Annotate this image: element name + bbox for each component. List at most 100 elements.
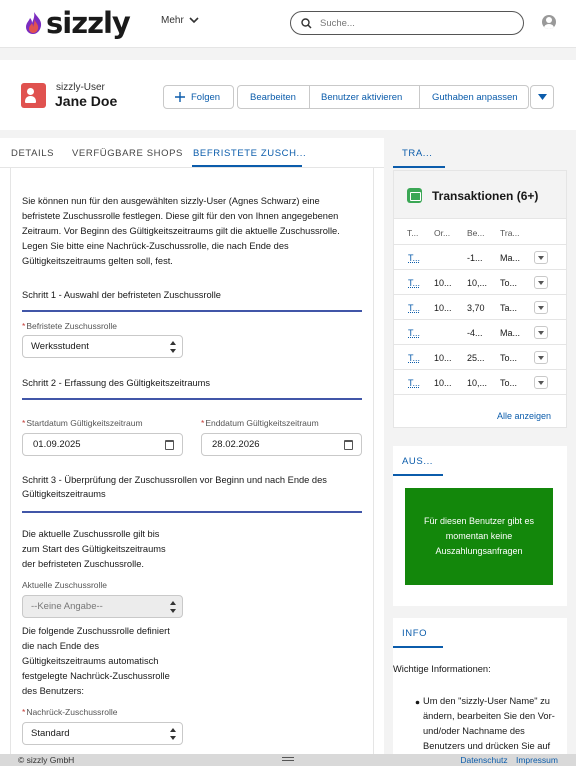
table-row: T... 10... 10,... To... xyxy=(394,270,566,295)
table-cell: Ma... xyxy=(500,328,521,338)
current-role-select: --Keine Angabe-- xyxy=(22,595,183,618)
sizzly-logo[interactable]: sizzly xyxy=(24,5,131,41)
table-row: T... -4... Ma... xyxy=(394,320,566,345)
transaction-link[interactable]: T... xyxy=(408,328,420,338)
step2-divider xyxy=(22,398,362,400)
edit-button[interactable]: Bearbeiten xyxy=(237,85,310,109)
step3-heading: Schritt 3 - Überprüfung der Zuschussroll… xyxy=(22,473,367,501)
tab-bar: DETAILS VERFÜGBARE SHOPS BEFRISTETE ZUSC… xyxy=(0,138,384,168)
payouts-tab-indicator xyxy=(393,474,443,476)
start-date-label-text: Startdatum Gültigkeitszeitraum xyxy=(26,418,143,428)
row-actions-button[interactable] xyxy=(534,351,548,364)
privacy-link[interactable]: Datenschutz xyxy=(460,755,507,765)
end-date-input[interactable]: 28.02.2026 xyxy=(201,433,362,456)
adjust-credit-button[interactable]: Guthaben anpassen xyxy=(420,85,529,109)
row-actions-button[interactable] xyxy=(534,326,548,339)
tab-transactions[interactable]: TRA... xyxy=(402,148,433,159)
table-cell: -1... xyxy=(467,253,483,263)
flame-logo-icon xyxy=(26,12,42,34)
follow-button[interactable]: Folgen xyxy=(163,85,234,109)
table-cell: To... xyxy=(500,353,518,363)
show-all-link[interactable]: Alle anzeigen xyxy=(497,411,551,421)
step2-heading: Schritt 2 - Erfassung des Gültigkeitszei… xyxy=(22,378,211,388)
info-bullet-text: Um den "sizzly-User Name" zu ändern, bea… xyxy=(423,694,567,754)
table-row: T... 10... 10,... To... xyxy=(394,370,566,395)
table-cell: 10... xyxy=(434,278,452,288)
follow-label: Folgen xyxy=(191,91,221,103)
footer-links: Datenschutz Impressum xyxy=(454,754,558,766)
more-menu[interactable]: Mehr xyxy=(161,15,199,26)
step1-divider xyxy=(22,310,362,312)
table-cell: To... xyxy=(500,378,518,388)
resize-handle-icon[interactable] xyxy=(282,757,294,761)
table-cell: 10,... xyxy=(467,278,488,288)
main-panel: DETAILS VERFÜGBARE SHOPS BEFRISTETE ZUSC… xyxy=(0,138,384,758)
temp-role-label-text: Befristete Zuschussrolle xyxy=(26,321,118,331)
search-input[interactable]: Suche... xyxy=(290,11,524,35)
successor-role-select[interactable]: Standard xyxy=(22,722,183,745)
transaction-link[interactable]: T... xyxy=(408,278,420,288)
info-section: INFO Wichtige Informationen: Um den "siz… xyxy=(393,618,567,758)
record-name: Jane Doe xyxy=(55,93,118,109)
tab-details[interactable]: DETAILS xyxy=(11,148,54,159)
transaction-link[interactable]: T... xyxy=(408,303,420,313)
temp-role-select[interactable]: Werksstudent xyxy=(22,335,183,358)
start-date-label: *Startdatum Gültigkeitszeitraum xyxy=(22,418,143,428)
following-role-line: die nach Ende des xyxy=(22,641,100,651)
following-role-text: Die folgende Zuschussrolle definiert die… xyxy=(22,624,197,699)
start-date-input[interactable]: 01.09.2025 xyxy=(22,433,183,456)
required-mark: * xyxy=(22,707,26,717)
more-actions-group xyxy=(530,85,554,109)
table-cell: To... xyxy=(500,278,518,288)
more-menu-label: Mehr xyxy=(161,15,184,26)
row-actions-button[interactable] xyxy=(534,376,548,389)
search-placeholder: Suche... xyxy=(320,17,355,29)
following-role-line: festgelegte Nachrück-Zuschussrolle xyxy=(22,671,170,681)
caret-down-icon xyxy=(537,94,547,100)
imprint-link[interactable]: Impressum xyxy=(516,755,558,765)
end-date-label: *Enddatum Gültigkeitszeitraum xyxy=(201,418,319,428)
info-line: und/oder Nachname des xyxy=(423,726,525,736)
current-role-line: zum Start des Gültigkeitszeitraums xyxy=(22,544,166,554)
current-role-line: der befristeten Zuschussrolle. xyxy=(22,559,144,569)
column-header[interactable]: Or... xyxy=(434,228,450,238)
table-row: T... 10... 25... To... xyxy=(394,345,566,370)
info-line: Benutzers und drücken Sie auf xyxy=(423,741,551,751)
column-header[interactable]: Tra... xyxy=(500,228,520,238)
step3-line: Gültigkeitszeitraums xyxy=(22,489,106,499)
table-cell: Ma... xyxy=(500,253,521,263)
row-actions-button[interactable] xyxy=(534,276,548,289)
row-actions-button[interactable] xyxy=(534,251,548,264)
tab-info[interactable]: INFO xyxy=(402,628,427,639)
following-role-line: Gültigkeitszeitraums automatisch xyxy=(22,656,159,666)
transactions-title[interactable]: Transaktionen (6+) xyxy=(432,189,538,203)
tab-payouts[interactable]: AUS... xyxy=(402,456,433,467)
successor-role-value: Standard xyxy=(31,728,70,739)
payouts-empty-message: Für diesen Benutzer gibt es momentan kei… xyxy=(405,488,553,585)
info-line: ändern, bearbeiten Sie den Vor- xyxy=(423,711,555,721)
transactions-section: TRA... Transaktionen (6+) T... Or... Be.… xyxy=(393,138,567,428)
activate-user-button[interactable]: Benutzer aktivieren xyxy=(310,85,420,109)
column-header[interactable]: T... xyxy=(407,228,418,238)
transaction-link[interactable]: T... xyxy=(408,353,420,363)
info-line: Um den "sizzly-User Name" zu xyxy=(423,696,550,706)
more-actions-button[interactable] xyxy=(530,85,554,109)
tab-temporary-subsidy[interactable]: BEFRISTETE ZUSCH... xyxy=(193,148,306,159)
table-cell: 10... xyxy=(434,303,452,313)
tab-available-shops[interactable]: VERFÜGBARE SHOPS xyxy=(72,148,183,159)
start-date-value: 01.09.2025 xyxy=(33,439,81,450)
column-header[interactable]: Be... xyxy=(467,228,484,238)
info-heading: Wichtige Informationen: xyxy=(393,664,491,674)
step3-divider xyxy=(22,511,362,513)
user-avatar-icon[interactable] xyxy=(542,15,556,29)
transaction-link[interactable]: T... xyxy=(408,378,420,388)
bullet-icon xyxy=(415,700,420,705)
current-role-text: Die aktuelle Zuschussrolle gilt bis zum … xyxy=(22,527,192,572)
row-actions-button[interactable] xyxy=(534,301,548,314)
calendar-icon[interactable] xyxy=(165,440,174,450)
step3-line: Schritt 3 - Überprüfung der Zuschussroll… xyxy=(22,475,327,485)
transaction-link[interactable]: T... xyxy=(408,253,420,263)
select-arrows-icon xyxy=(170,601,176,613)
current-role-label: Aktuelle Zuschussrolle xyxy=(22,580,108,590)
calendar-icon[interactable] xyxy=(344,440,353,450)
